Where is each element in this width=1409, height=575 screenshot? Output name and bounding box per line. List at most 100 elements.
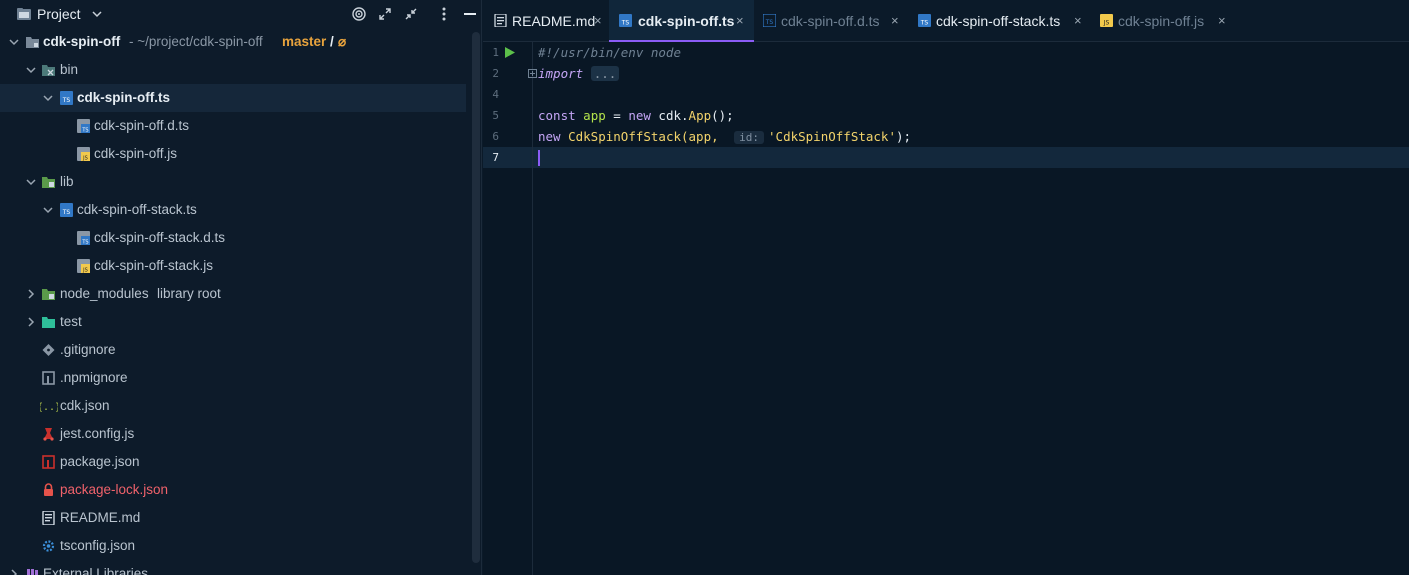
file-name: cdk-spin-off.js <box>94 146 178 161</box>
code-line-5: const app = new cdk.App(); <box>538 105 734 126</box>
tree-item-lib-ts[interactable]: TS cdk-spin-off-stack.ts <box>0 196 466 224</box>
svg-text:JS: JS <box>82 268 88 274</box>
tree-item-package-json[interactable]: package.json <box>0 448 466 476</box>
close-icon[interactable]: × <box>1074 13 1082 28</box>
branch-separator: / <box>330 34 334 49</box>
tree-item-lib[interactable]: lib <box>0 168 466 196</box>
close-icon[interactable]: × <box>736 13 744 28</box>
operator: = <box>605 108 629 123</box>
expand-all-icon[interactable] <box>376 5 394 23</box>
tree-item-package-lock[interactable]: package-lock.json <box>0 476 466 504</box>
project-tree: cdk-spin-off - ~/project/cdk-spin-off ma… <box>0 28 470 575</box>
tree-item-bin-dts[interactable]: TS cdk-spin-off.d.ts <box>0 112 466 140</box>
collapse-all-icon[interactable] <box>402 5 420 23</box>
tab-label: cdk-spin-off.d.ts <box>781 13 880 29</box>
code-line-2: import ... <box>538 63 620 84</box>
chevron-right-icon <box>11 569 18 575</box>
shebang-comment: #!/usr/bin/env node <box>538 45 681 60</box>
typescript-declaration-icon: TS <box>77 231 90 245</box>
npm-ignore-icon <box>42 371 55 385</box>
file-name: .npmignore <box>60 370 128 385</box>
project-panel: Project cdk-spin-off - ~/project/cdk-spi… <box>0 0 482 575</box>
tree-item-root[interactable]: cdk-spin-off - ~/project/cdk-spin-off ma… <box>0 28 466 56</box>
file-name: .gitignore <box>60 342 116 357</box>
tree-item-lib-js[interactable]: JS cdk-spin-off-stack.js <box>0 252 466 280</box>
line-number: 1 <box>492 46 499 59</box>
typescript-file-icon: TS <box>60 91 73 105</box>
tree-item-external-libraries[interactable]: External Libraries <box>0 560 466 575</box>
class-name: CdkSpinOffStack <box>568 129 681 144</box>
punctuation: ); <box>895 129 912 144</box>
library-folder-icon <box>42 177 55 188</box>
tree-item-bin[interactable]: bin <box>0 56 466 84</box>
locate-file-icon[interactable] <box>350 5 368 23</box>
line-number: 5 <box>492 109 499 122</box>
keyword: new <box>628 108 651 123</box>
tree-item-npmignore[interactable]: .npmignore <box>0 364 466 392</box>
tab-label: README.md <box>512 13 596 29</box>
close-icon[interactable]: × <box>1218 13 1226 28</box>
javascript-file-icon: JS <box>77 147 90 162</box>
tsconfig-icon <box>42 540 55 552</box>
tree-item-readme[interactable]: README.md <box>0 504 466 532</box>
project-panel-title: Project <box>37 6 81 22</box>
folded-imports[interactable]: ... <box>590 66 620 81</box>
code-area[interactable]: #!/usr/bin/env node import ... const app… <box>538 42 1409 575</box>
fold-expand-icon[interactable] <box>528 69 537 78</box>
markdown-file-icon <box>42 511 55 525</box>
tree-item-gitignore[interactable]: .gitignore <box>0 336 466 364</box>
run-icon[interactable] <box>504 46 516 59</box>
punctuation: (); <box>711 108 734 123</box>
chevron-down-icon <box>92 11 102 18</box>
tab-cdk-spin-off-ts[interactable]: TS cdk-spin-off.ts × <box>609 0 754 42</box>
chevron-down-icon <box>26 179 36 186</box>
git-ignore-icon <box>42 344 55 356</box>
file-name: README.md <box>60 510 141 525</box>
chevron-down-icon <box>26 67 36 74</box>
tree-item-tsconfig[interactable]: tsconfig.json <box>0 532 466 560</box>
code-line-1: #!/usr/bin/env node <box>538 42 681 63</box>
folder-name: External Libraries <box>43 566 149 575</box>
chevron-down-icon <box>43 95 53 102</box>
tab-label: cdk-spin-off-stack.ts <box>936 13 1061 29</box>
npm-package-icon <box>42 455 55 469</box>
close-icon[interactable]: × <box>594 13 602 28</box>
tree-item-node-modules[interactable]: node_modules library root <box>0 280 466 308</box>
typescript-declaration-icon: TS <box>763 14 776 27</box>
test-folder-icon <box>42 317 55 328</box>
line-number: 6 <box>492 130 499 143</box>
file-name: jest.config.js <box>60 426 135 441</box>
svg-text:TS: TS <box>920 20 929 27</box>
editor: README.md × TS cdk-spin-off.ts × TS cdk-… <box>483 0 1409 575</box>
svg-text:JS: JS <box>82 156 88 162</box>
tree-item-cdk-json[interactable]: {..} cdk.json <box>0 392 466 420</box>
hide-panel-icon[interactable] <box>461 5 479 23</box>
file-name: cdk-spin-off-stack.js <box>94 258 214 273</box>
project-tree-scrollbar[interactable] <box>472 32 480 563</box>
tab-cdk-spin-off-stack-ts[interactable]: TS cdk-spin-off-stack.ts × <box>908 0 1090 42</box>
more-options-icon[interactable] <box>435 5 453 23</box>
tab-readme[interactable]: README.md × <box>483 0 609 42</box>
tree-item-bin-js[interactable]: JS cdk-spin-off.js <box>0 140 466 168</box>
typescript-file-icon: TS <box>619 14 632 27</box>
tree-item-jest-config[interactable]: jest.config.js <box>0 420 466 448</box>
project-view-selector[interactable]: Project <box>16 6 103 22</box>
file-name: cdk-spin-off-stack.ts <box>77 202 197 217</box>
chevron-right-icon <box>28 289 35 299</box>
line-number-current: 7 <box>492 151 499 164</box>
folder-name: test <box>60 314 82 329</box>
editor-gutter: 1 2 4 5 6 7 <box>483 42 533 575</box>
typescript-declaration-icon: TS <box>77 119 90 133</box>
close-icon[interactable]: × <box>891 13 899 28</box>
git-branch: master <box>282 34 327 49</box>
lock-icon <box>44 483 53 496</box>
tree-item-bin-ts[interactable]: TS cdk-spin-off.ts <box>0 84 466 112</box>
tab-cdk-spin-off-d-ts[interactable]: TS cdk-spin-off.d.ts × <box>754 0 908 42</box>
namespace: cdk. <box>650 108 689 123</box>
tab-cdk-spin-off-js[interactable]: JS cdk-spin-off.js × <box>1090 0 1235 42</box>
tree-item-test[interactable]: test <box>0 308 466 336</box>
chevron-down-icon <box>43 207 53 214</box>
folder-name: lib <box>60 174 74 189</box>
tree-item-lib-dts[interactable]: TS cdk-spin-off-stack.d.ts <box>0 224 466 252</box>
typescript-file-icon: TS <box>60 203 73 217</box>
